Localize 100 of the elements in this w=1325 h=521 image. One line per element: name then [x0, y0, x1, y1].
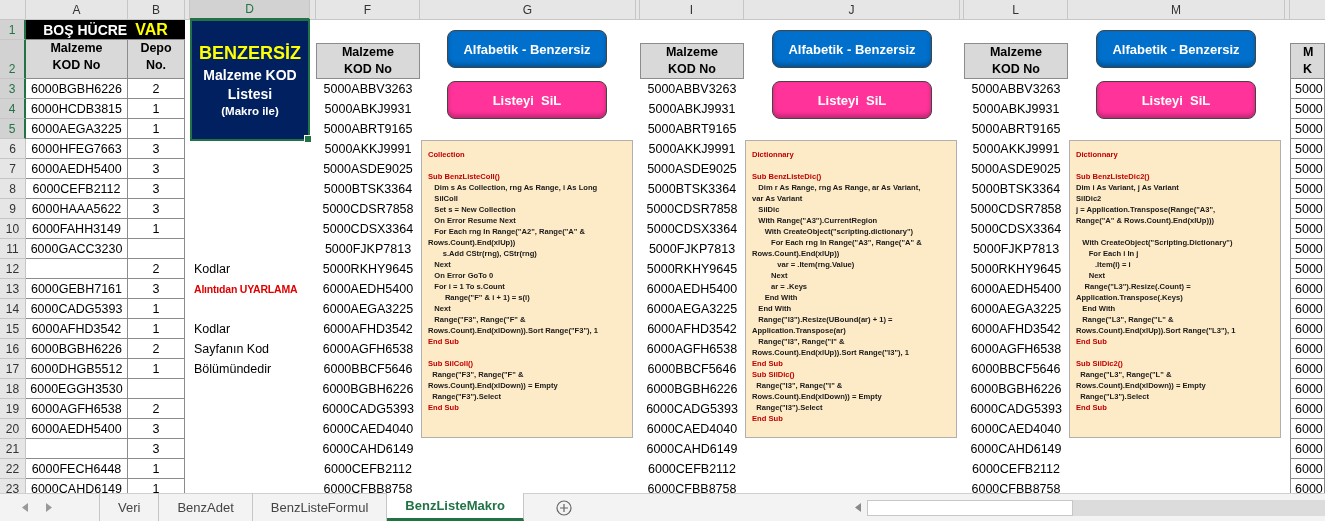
- column-header[interactable]: [960, 0, 964, 20]
- row-header[interactable]: 8: [0, 179, 26, 199]
- table-cell: 6000: [1290, 359, 1325, 379]
- column-header[interactable]: D: [190, 0, 310, 20]
- note-text: Sayfanın Kod: [193, 341, 271, 358]
- table-cell: 6000CEFB2112: [26, 179, 128, 199]
- column-header[interactable]: L: [964, 0, 1068, 20]
- row-header[interactable]: 12: [0, 259, 26, 279]
- table-cell-text: 5000FJKP7813: [323, 241, 413, 258]
- row-header[interactable]: 10: [0, 219, 26, 239]
- table-cell-text: 6000CFBB8758: [322, 481, 414, 493]
- table-cell: 6000HCDB3815: [26, 99, 128, 119]
- table-cell-text: 5000CDSX3364: [645, 221, 739, 238]
- title-note: (Makro ile): [221, 105, 279, 117]
- column-header[interactable]: [185, 0, 190, 20]
- table-cell: 3: [128, 199, 185, 219]
- table-cell: 5000: [1290, 139, 1325, 159]
- column-header[interactable]: F: [316, 0, 420, 20]
- table-cell: 6000: [1290, 399, 1325, 419]
- row-header[interactable]: 4: [0, 99, 26, 119]
- column-header[interactable]: A: [26, 0, 128, 20]
- table-cell-text: 6000CADG5393: [645, 401, 739, 418]
- column-header[interactable]: B: [128, 0, 185, 20]
- table-cell-text: 6000AGFH6538: [969, 341, 1063, 358]
- table-cell: 6000GACC3230: [26, 239, 128, 259]
- title-text: BENZERSİZ: [199, 43, 301, 64]
- table-cell-text: 5000ABRT9165: [970, 121, 1062, 138]
- warning-text: Alıntıdan UYARLAMA: [193, 282, 299, 297]
- column-header[interactable]: [1290, 0, 1325, 20]
- table-cell: 1: [128, 359, 185, 379]
- column-header[interactable]: I: [640, 0, 744, 20]
- row-header[interactable]: 13: [0, 279, 26, 299]
- sheet-tab[interactable]: BenzAdet: [159, 493, 253, 521]
- table-cell-text: 6000AEGA3225: [969, 301, 1063, 318]
- table-cell: 6000AEGA3225: [26, 119, 128, 139]
- horizontal-scrollbar[interactable]: [867, 499, 1325, 516]
- table-cell: 1: [128, 99, 185, 119]
- row-header[interactable]: 16: [0, 339, 26, 359]
- row-header[interactable]: 1: [0, 20, 26, 40]
- row-header[interactable]: 14: [0, 299, 26, 319]
- table-cell: 5000: [1290, 259, 1325, 279]
- sort-button[interactable]: Alfabetik - Benzersiz: [1096, 30, 1256, 68]
- next-icon[interactable]: [46, 503, 52, 512]
- row-header[interactable]: 22: [0, 459, 26, 479]
- scroll-left-icon[interactable]: [855, 503, 861, 512]
- sort-button[interactable]: Alfabetik - Benzersiz: [447, 30, 607, 68]
- table-cell-text: 6000CADG5393: [321, 401, 415, 418]
- table-cell: 2: [128, 339, 185, 359]
- table-cell: 6000: [1290, 459, 1325, 479]
- row-header[interactable]: 17: [0, 359, 26, 379]
- table-cell: 5000: [1290, 99, 1325, 119]
- column-header[interactable]: G: [420, 0, 636, 20]
- add-sheet-icon[interactable]: [556, 499, 573, 516]
- sheet-tab[interactable]: BenzListeMakro: [387, 493, 525, 521]
- table-cell: 2: [128, 79, 185, 99]
- table-cell-text: 6000CAED4040: [321, 421, 415, 438]
- row-header[interactable]: 20: [0, 419, 26, 439]
- select-all-corner[interactable]: [0, 0, 26, 20]
- table-cell-text: 5000CDSR7858: [321, 201, 415, 218]
- title-text: Listesi: [227, 86, 273, 102]
- table-cell-text: 5000AKKJ9991: [323, 141, 413, 158]
- row-header[interactable]: 11: [0, 239, 26, 259]
- row-header[interactable]: 5: [0, 119, 26, 139]
- table-cell: 5000: [1290, 179, 1325, 199]
- row-header[interactable]: 15: [0, 319, 26, 339]
- table-cell-text: 5000CDSR7858: [969, 201, 1063, 218]
- row-header[interactable]: 23: [0, 479, 26, 493]
- title-box[interactable]: BENZERSİZ Malzeme KOD Listesi (Makro ile): [190, 19, 310, 141]
- sheet-tab[interactable]: Veri: [100, 493, 160, 521]
- resize-handle[interactable]: [304, 135, 312, 143]
- previous-icon[interactable]: [22, 503, 28, 512]
- table-cell-text: 6000CFBB8758: [646, 481, 738, 493]
- table-cell-text: 6000AFHD3542: [970, 321, 1062, 338]
- table-cell-text: 6000AFHD3542: [322, 321, 414, 338]
- table-cell-text: 5000ABBV3263: [970, 81, 1062, 98]
- column-header[interactable]: [1285, 0, 1290, 20]
- table-cell-text: 5000BTSK3364: [646, 181, 738, 198]
- table-cell: 5000: [1290, 159, 1325, 179]
- table-cell-text: 6000AEDH5400: [969, 281, 1063, 298]
- table-cell-text: 6000AEDH5400: [321, 281, 415, 298]
- sort-button[interactable]: Alfabetik - Benzersiz: [772, 30, 932, 68]
- row-header[interactable]: 21: [0, 439, 26, 459]
- row-header[interactable]: 7: [0, 159, 26, 179]
- column-heading: Malzeme KOD No: [26, 40, 128, 79]
- column-header[interactable]: J: [744, 0, 960, 20]
- row-header[interactable]: 18: [0, 379, 26, 399]
- table-cell-text: 5000RKHY9645: [645, 261, 739, 278]
- row-header[interactable]: 3: [0, 79, 26, 99]
- column-heading: Depo No.: [128, 40, 185, 79]
- table-cell-text: 6000CAED4040: [645, 421, 739, 438]
- table-cell-text: 5000ABBV3263: [646, 81, 738, 98]
- row-header[interactable]: 2: [0, 40, 26, 79]
- column-header[interactable]: M: [1068, 0, 1285, 20]
- row-header[interactable]: 6: [0, 139, 26, 159]
- column-heading: M K: [1290, 43, 1325, 79]
- row-header[interactable]: 19: [0, 399, 26, 419]
- column-header[interactable]: [636, 0, 640, 20]
- table-cell-text: 5000CDSX3364: [969, 221, 1063, 238]
- row-header[interactable]: 9: [0, 199, 26, 219]
- column-header[interactable]: [310, 0, 316, 20]
